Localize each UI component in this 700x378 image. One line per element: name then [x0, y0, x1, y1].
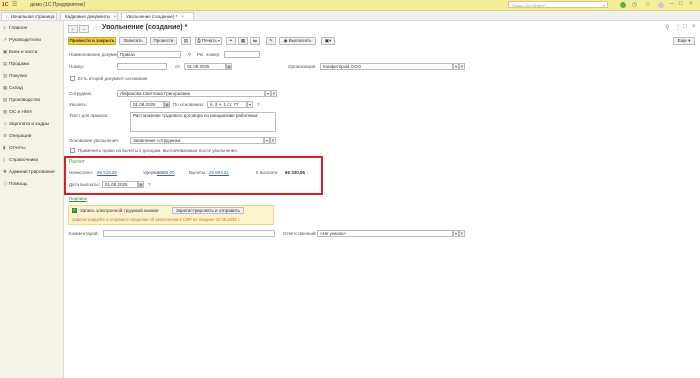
apply-deductions-label: Применить право на вычеты к доходам, вып… — [78, 148, 237, 153]
close-tab-icon[interactable]: × — [181, 14, 184, 19]
tab-home[interactable]: ⌂ Начальная страница — [1, 12, 57, 20]
print-preview-icon[interactable]: ▤ — [181, 37, 191, 45]
sidebar-item-bank[interactable]: ▣ Банк и касса — [3, 48, 37, 56]
open-link-icon[interactable]: ⚲ — [459, 230, 465, 237]
menu-icon[interactable]: ☰ — [12, 1, 17, 8]
organization-label: Организация: — [288, 64, 317, 69]
sidebar: ≡ Главное ↗ Руководителю ▣ Банк и касса ▤ Пр… — [0, 21, 64, 378]
reason-label: Основание увольнения: — [69, 138, 119, 143]
document-form: ← → ☆ Увольнение (создание) * ⚲ ⋮ □ × Пр… — [64, 21, 700, 378]
maximize-icon[interactable]: □ — [679, 1, 683, 7]
doc-name-field[interactable]: Приказ — [117, 51, 181, 58]
dismiss-label: Уволить: — [69, 102, 88, 107]
organization-field[interactable]: Конфетпром ООО — [320, 63, 453, 70]
tab-hr-documents[interactable]: Начальная страницаКадровые документы× — [60, 12, 118, 20]
open-link-icon[interactable]: ⚲ — [459, 63, 465, 70]
favorite-star-icon[interactable]: ☆ — [92, 24, 98, 32]
sidebar-item-warehouse[interactable]: ▦ Склад — [3, 84, 23, 92]
sidebar-item-help[interactable]: ⓘ Помощь — [3, 180, 28, 188]
apply-deductions-checkbox[interactable] — [70, 148, 75, 153]
register-send-button[interactable]: Зарегистрировать и отправить — [172, 207, 244, 214]
highlight-frame — [64, 156, 323, 195]
close-icon[interactable]: × — [689, 1, 693, 7]
sidebar-item-main[interactable]: ≡ Главное — [3, 24, 27, 32]
home-icon: ⌂ — [6, 14, 9, 19]
more-vertical-icon[interactable]: ⋮ — [675, 24, 681, 31]
page-title: Увольнение (создание) * — [102, 24, 188, 31]
global-search-input[interactable]: Поиск Ctrl+Shift+F ⌕ — [508, 1, 608, 8]
sidebar-item-purchases[interactable]: ▥ Покупки — [3, 72, 27, 80]
order-text-label: Текст для приказа: — [69, 113, 109, 118]
expand-icon[interactable]: □ — [683, 24, 687, 30]
sidebar-item-salary[interactable]: ☺Зарплата и кадры — [3, 120, 49, 128]
basis-label: По основанию: — [173, 102, 205, 107]
employee-label: Сотрудник: — [69, 91, 93, 96]
employee-field[interactable]: Лифанова Светлана Григорьевна — [117, 90, 265, 97]
etk-label: Запись электронной трудовой книжки — [80, 208, 159, 213]
misc-menu-button[interactable]: ▣▾ — [321, 37, 335, 45]
user-avatar-icon[interactable] — [658, 2, 664, 8]
reg-number-field[interactable] — [224, 51, 260, 58]
open-link-icon[interactable]: ⚲ — [270, 137, 276, 144]
sidebar-item-manager[interactable]: ↗ Руководителю — [3, 36, 41, 44]
basis-field[interactable]: п. 3 ч. 1 ст. 77 — [207, 101, 247, 108]
post-and-close-button[interactable]: Провести и закрыть — [68, 37, 116, 45]
structure-icon[interactable]: ▦ — [238, 37, 248, 45]
close-tab-icon[interactable]: × — [114, 14, 117, 19]
comment-field[interactable] — [103, 230, 275, 237]
notifications-icon[interactable] — [620, 2, 626, 8]
close-form-icon[interactable]: × — [692, 24, 696, 30]
order-text-field[interactable]: Расторжение трудового договора по инициа… — [130, 112, 276, 132]
reason-field[interactable]: Заявление сотрудника — [130, 137, 264, 144]
second-basis-label: Есть второй документ-основание — [78, 76, 148, 81]
etk-note: Зарегистрируйте и отправьте сведения об … — [72, 217, 240, 222]
responsible-field[interactable]: <Не указан> — [317, 230, 453, 237]
calendar-icon[interactable]: ▦ — [226, 63, 232, 70]
open-link-icon[interactable]: ⚲ — [271, 90, 277, 97]
tab-dismissal[interactable]: Увольнение (создание) * × — [121, 12, 194, 20]
number-field[interactable] — [117, 63, 167, 70]
search-icon: ⌕ — [602, 3, 605, 8]
date-field[interactable]: 01.08.2025 — [184, 63, 226, 70]
responsible-label: Ответственный: — [283, 231, 317, 236]
forward-button[interactable]: → — [79, 25, 89, 33]
sidebar-item-admin[interactable]: ✱ Администрирование — [3, 168, 55, 176]
tab-bar: ⌂Начальная страница Начальная страницаКа… — [0, 11, 700, 21]
sidebar-item-assets[interactable]: ▨ ОС и НМА — [3, 108, 32, 116]
pay-button[interactable]: ◉ Выплатить — [279, 37, 316, 45]
app-logo: 1С — [2, 2, 9, 8]
sidebar-item-operations[interactable]: ⚙ Операции — [3, 132, 31, 140]
history-icon[interactable]: ◷ — [632, 1, 637, 8]
sidebar-item-catalogs[interactable]: ▯ Справочники — [3, 156, 38, 164]
app-titlebar: 1С ☰ демо (1С:Предприятие) Поиск Ctrl+Sh… — [0, 0, 700, 11]
dropdown-icon[interactable]: ▾ — [247, 101, 253, 108]
date-from-label: от: — [175, 64, 181, 69]
back-button[interactable]: ← — [68, 25, 78, 33]
print-button[interactable]: ⎙ Печать ▾ — [195, 37, 222, 45]
sidebar-item-production[interactable]: ▧ Производство — [3, 96, 40, 104]
related-docs-icon[interactable]: ⇆ — [250, 37, 260, 45]
signatures-link[interactable]: Подписи — [69, 196, 87, 201]
link-icon[interactable]: ⚲ — [665, 24, 669, 31]
calendar-icon[interactable]: ▦ — [164, 101, 170, 108]
app-title: демо (1С:Предприятие) — [30, 2, 86, 8]
comment-label: Комментарий: — [69, 231, 99, 236]
second-basis-checkbox[interactable] — [70, 76, 75, 81]
save-button[interactable]: Записать — [119, 37, 147, 45]
sidebar-item-reports[interactable]: ▮ Отчеты — [3, 144, 26, 152]
post-button[interactable]: Провести — [150, 37, 177, 45]
more-button[interactable]: Еще ▾ — [673, 37, 695, 45]
help-icon[interactable]: ? — [257, 102, 260, 107]
edit-icon[interactable]: ✎ — [266, 37, 276, 45]
check-icon: ✓ — [72, 207, 76, 212]
minimize-icon[interactable]: – — [670, 1, 673, 7]
reg-number-label: Рег. номер: — [197, 52, 221, 57]
sidebar-item-sales[interactable]: ▤ Продажи — [3, 60, 29, 68]
number-label: Номер: — [69, 64, 85, 69]
star-icon[interactable]: ☆ — [645, 1, 650, 8]
attach-icon[interactable]: ⚭ — [226, 37, 236, 45]
clip-icon: ⚲ — [188, 52, 192, 57]
dismiss-date-field[interactable]: 01.08.2025 — [130, 101, 164, 108]
